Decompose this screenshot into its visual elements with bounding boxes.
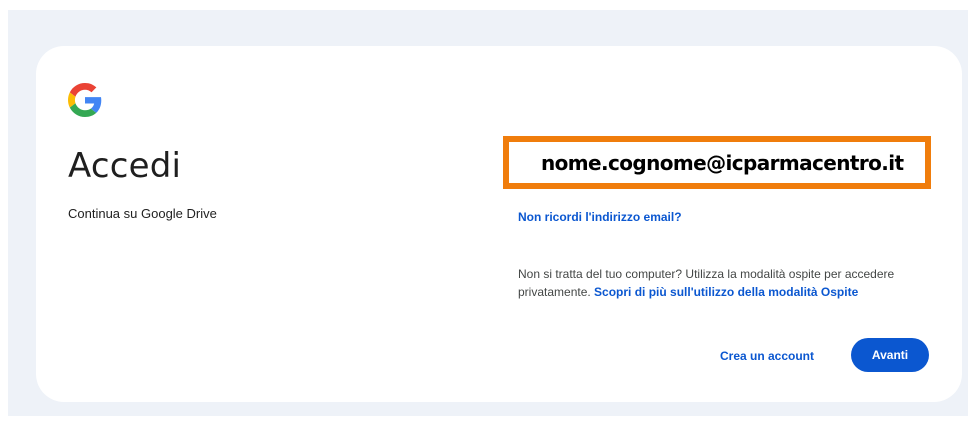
next-button[interactable]: Avanti	[851, 338, 929, 372]
email-field[interactable]: nome.cognome@icparmacentro.it	[503, 136, 931, 189]
page-subtitle: Continua su Google Drive	[68, 206, 217, 221]
google-g-icon	[68, 83, 102, 117]
guest-mode-notice: Non si tratta del tuo computer? Utilizza…	[518, 265, 928, 301]
page-title: Accedi	[68, 146, 182, 186]
create-account-button[interactable]: Crea un account	[705, 340, 829, 372]
guest-mode-link[interactable]: Scopri di più sull'utilizzo della modali…	[594, 285, 858, 299]
email-value: nome.cognome@icparmacentro.it	[541, 150, 904, 175]
forgot-email-link[interactable]: Non ricordi l'indirizzo email?	[518, 210, 682, 224]
